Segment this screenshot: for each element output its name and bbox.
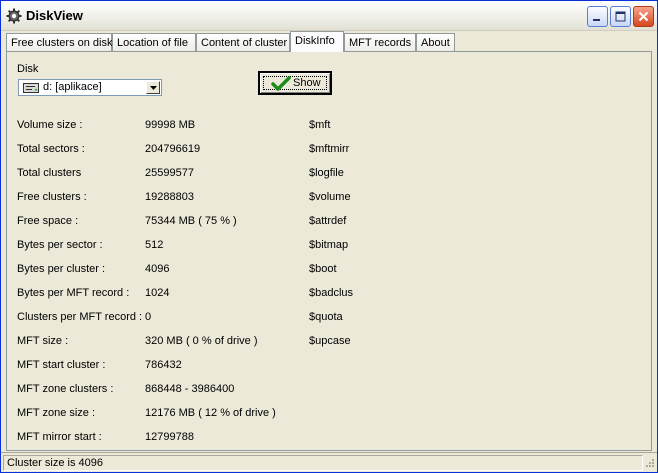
info-row-total-clusters: Total clusters 25599577 [17, 167, 317, 181]
disk-label: Disk [17, 63, 39, 75]
mft-file-link[interactable]: $attrdef [309, 215, 346, 227]
info-row-bytes-per-sector: Bytes per sector : 512 [17, 239, 317, 253]
info-row-total-sectors: Total sectors : 204796619 [17, 143, 317, 157]
info-row-clusters-per-mft-record: Clusters per MFT record : 0 [17, 311, 317, 325]
status-text: Cluster size is 4096 [3, 455, 643, 471]
tab-free-clusters-on-disk[interactable]: Free clusters on disk [6, 33, 112, 52]
info-label: Volume size : [17, 119, 83, 131]
info-value: 786432 [145, 359, 182, 371]
info-label: Total sectors : [17, 143, 85, 155]
info-row-mft-zone-clusters: MFT zone clusters : 868448 - 3986400 [17, 383, 317, 397]
tab-label: DiskInfo [295, 35, 335, 47]
info-label: MFT start cluster : [17, 359, 106, 371]
info-row-bytes-per-mft-record: Bytes per MFT record : 1024 [17, 287, 317, 301]
size-grip-icon[interactable] [643, 458, 655, 470]
diskinfo-panel: Disk d: [aplikace] Show Volume size : 99… [6, 51, 652, 451]
window-title: DiskView [26, 8, 83, 23]
diskview-window: DiskView Free clusters on disk Location … [0, 0, 658, 473]
mft-file-link[interactable]: $bitmap [309, 239, 348, 251]
tab-about[interactable]: About [416, 33, 455, 52]
tab-label: Location of file [117, 37, 188, 49]
drive-icon [23, 83, 39, 93]
close-icon [638, 11, 649, 22]
info-label: MFT mirror start : [17, 431, 102, 443]
info-row-mft-mirror-start: MFT mirror start : 12799788 [17, 431, 317, 445]
info-label: Bytes per sector : [17, 239, 103, 251]
info-value: 0 [145, 311, 152, 323]
info-value: 25599577 [145, 167, 194, 179]
show-button-label: Show [293, 77, 321, 89]
info-label: MFT zone clusters : [17, 383, 114, 395]
dropdown-arrow-icon [150, 86, 157, 90]
info-value: 512 [145, 239, 164, 251]
tab-location-of-file[interactable]: Location of file [112, 33, 196, 52]
minimize-icon [593, 19, 600, 21]
info-label: Total clusters [17, 167, 82, 179]
info-value: 1024 [145, 287, 170, 299]
info-row-volume-size: Volume size : 99998 MB [17, 119, 317, 133]
gear-icon [6, 8, 22, 24]
tab-strip: Free clusters on disk Location of file C… [6, 31, 652, 52]
mft-file-link[interactable]: $volume [309, 191, 351, 203]
info-value: 75344 MB ( 75 % ) [145, 215, 237, 227]
disk-select-value: d: [aplikace] [43, 81, 102, 93]
tab-label: Content of cluster [201, 37, 288, 49]
mft-file-link[interactable]: $boot [309, 263, 337, 275]
info-value: 19288803 [145, 191, 194, 203]
info-label: Bytes per MFT record : [17, 287, 130, 299]
info-value: 12799788 [145, 431, 194, 443]
info-label: Free clusters : [17, 191, 87, 203]
info-value: 12176 MB ( 12 % of drive ) [145, 407, 276, 419]
minimize-button[interactable] [587, 6, 608, 27]
info-value: 868448 - 3986400 [145, 383, 235, 395]
info-label: MFT zone size : [17, 407, 96, 419]
mft-file-link[interactable]: $logfile [309, 167, 344, 179]
mft-file-link[interactable]: $mftmirr [309, 143, 349, 155]
tab-label: Free clusters on disk [11, 37, 113, 49]
info-value: 320 MB ( 0 % of drive ) [145, 335, 258, 347]
info-value: 99998 MB [145, 119, 196, 131]
tab-content-of-cluster[interactable]: Content of cluster [196, 33, 290, 52]
info-row-bytes-per-cluster: Bytes per cluster : 4096 [17, 263, 317, 277]
info-row-free-space: Free space : 75344 MB ( 75 % ) [17, 215, 317, 229]
tab-mft-records[interactable]: MFT records [344, 33, 416, 52]
info-row-mft-start-cluster: MFT start cluster : 786432 [17, 359, 317, 373]
info-label: Clusters per MFT record : [17, 311, 143, 323]
disk-select-dropdown-button[interactable] [146, 81, 160, 94]
maximize-button[interactable] [610, 6, 631, 27]
checkmark-icon [271, 76, 291, 91]
mft-file-link[interactable]: $badclus [309, 287, 353, 299]
info-row-mft-zone-size: MFT zone size : 12176 MB ( 12 % of drive… [17, 407, 317, 421]
status-bar: Cluster size is 4096 [1, 452, 657, 472]
info-row-free-clusters: Free clusters : 19288803 [17, 191, 317, 205]
mft-file-link[interactable]: $quota [309, 311, 343, 323]
show-button[interactable]: Show [258, 71, 332, 95]
tab-label: MFT records [349, 37, 412, 49]
mft-file-link[interactable]: $upcase [309, 335, 351, 347]
tab-diskinfo[interactable]: DiskInfo [290, 31, 344, 52]
info-value: 4096 [145, 263, 170, 275]
info-label: Bytes per cluster : [17, 263, 106, 275]
info-label: Free space : [17, 215, 79, 227]
info-row-mft-size: MFT size : 320 MB ( 0 % of drive ) [17, 335, 317, 349]
tab-label: About [421, 37, 450, 49]
title-bar[interactable]: DiskView [1, 1, 657, 31]
disk-select[interactable]: d: [aplikace] [18, 79, 162, 96]
close-button[interactable] [633, 6, 654, 27]
info-label: MFT size : [17, 335, 69, 347]
mft-file-link[interactable]: $mft [309, 119, 330, 131]
info-value: 204796619 [145, 143, 201, 155]
maximize-icon [615, 11, 626, 22]
